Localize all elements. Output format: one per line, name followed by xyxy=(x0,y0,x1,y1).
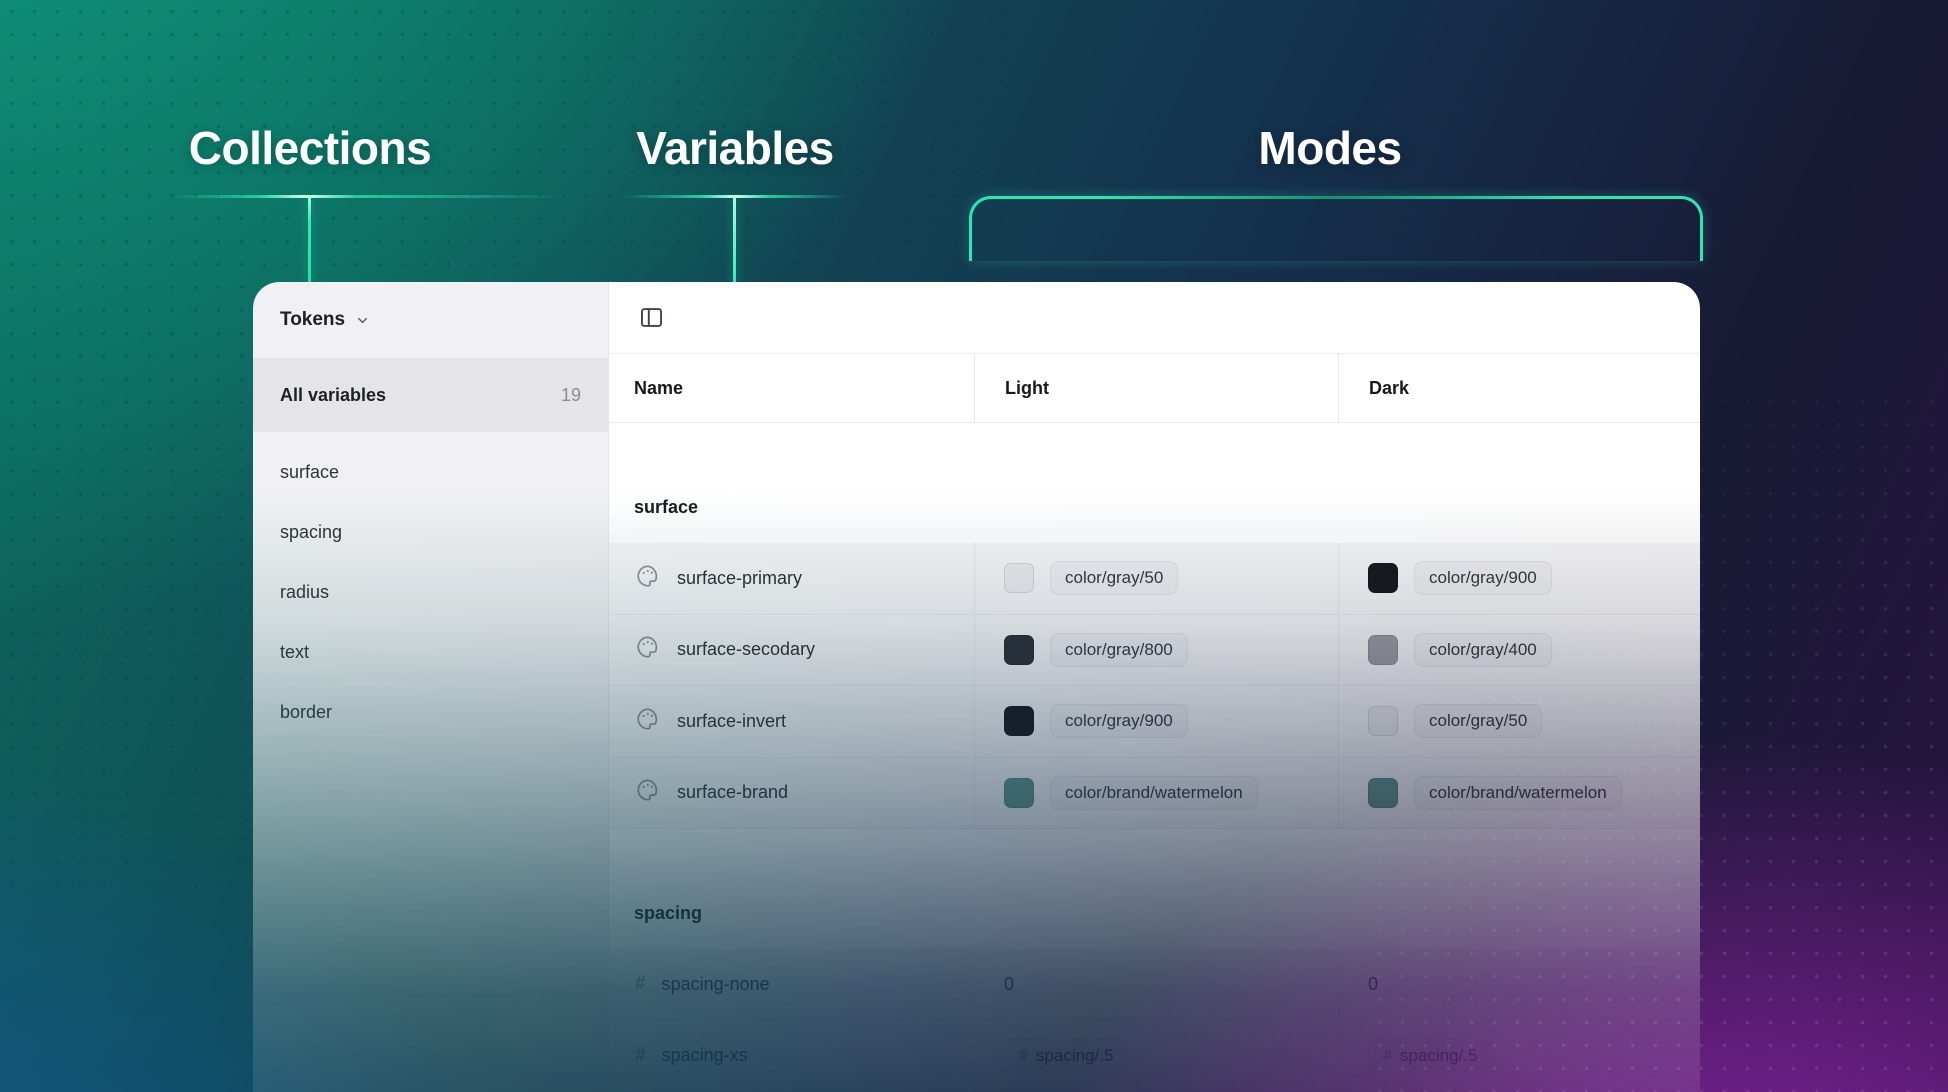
collections-title: Collections xyxy=(189,121,431,175)
sidebar-group-list: surface spacing radius text border xyxy=(253,432,608,742)
variable-name: surface-brand xyxy=(677,782,788,803)
collection-selector[interactable]: Tokens xyxy=(253,282,608,359)
sidebar-item-label: spacing xyxy=(280,522,342,543)
all-variables-label: All variables xyxy=(280,385,386,406)
variables-table-area: Name Light Dark surface surface-primary … xyxy=(609,282,1700,1092)
group-label-surface: surface xyxy=(609,423,1700,543)
variables-panel: Tokens All variables 19 surface spacing … xyxy=(253,282,1700,1092)
color-swatch[interactable] xyxy=(1368,635,1398,665)
collections-connector-vertical xyxy=(308,196,311,284)
value-text[interactable]: 0 xyxy=(1368,974,1378,995)
alias-chip[interactable]: # spacing/.5 xyxy=(1004,1039,1128,1073)
token-chip[interactable]: color/brand/watermelon xyxy=(1050,776,1258,810)
toggle-sidebar-button[interactable] xyxy=(631,298,671,338)
sidebar-item-border[interactable]: border xyxy=(253,682,608,742)
screenshot-stage: Collections Variables Modes Tokens All v… xyxy=(0,0,1948,1092)
token-chip[interactable]: color/brand/watermelon xyxy=(1414,776,1622,810)
column-header-light: Light xyxy=(974,354,1338,422)
token-chip[interactable]: color/gray/50 xyxy=(1414,704,1542,738)
token-chip[interactable]: color/gray/400 xyxy=(1414,633,1552,667)
table-row-surface-secodary[interactable]: surface-secodary color/gray/800 color/gr… xyxy=(609,615,1700,687)
group-label-spacing: spacing xyxy=(609,829,1700,949)
token-chip-label: color/gray/900 xyxy=(1429,568,1537,588)
number-variable-icon: # xyxy=(1383,1047,1392,1065)
color-swatch[interactable] xyxy=(1368,778,1398,808)
table-row-spacing-none[interactable]: # spacing-none 0 0 xyxy=(609,949,1700,1021)
table-row-surface-primary[interactable]: surface-primary color/gray/50 color/gray… xyxy=(609,543,1700,615)
value-text[interactable]: 0 xyxy=(1004,974,1014,995)
color-swatch[interactable] xyxy=(1368,706,1398,736)
color-swatch[interactable] xyxy=(1004,778,1034,808)
variable-name: surface-primary xyxy=(677,568,802,589)
alias-chip-label: spacing/.5 xyxy=(1036,1046,1114,1066)
table-toolbar xyxy=(609,282,1700,354)
color-swatch[interactable] xyxy=(1004,706,1034,736)
table-row-surface-invert[interactable]: surface-invert color/gray/900 color/gray… xyxy=(609,686,1700,758)
alias-chip-label: spacing/.5 xyxy=(1400,1046,1478,1066)
token-chip-label: color/gray/50 xyxy=(1429,711,1527,731)
modes-bracket xyxy=(969,196,1703,261)
sidebar-item-all-variables[interactable]: All variables 19 xyxy=(253,359,608,432)
variable-name: spacing-xs xyxy=(662,1045,748,1066)
number-variable-icon: # xyxy=(635,1045,646,1067)
variable-name: spacing-none xyxy=(662,974,770,995)
sidebar-item-label: surface xyxy=(280,462,339,483)
sidebar-item-spacing[interactable]: spacing xyxy=(253,502,608,562)
modes-title: Modes xyxy=(1258,121,1401,175)
sidebar-item-radius[interactable]: radius xyxy=(253,562,608,622)
column-header-dark: Dark xyxy=(1338,354,1700,422)
variables-title: Variables xyxy=(636,121,834,175)
color-variable-icon xyxy=(635,634,661,665)
color-variable-icon xyxy=(635,777,661,808)
color-swatch[interactable] xyxy=(1004,563,1034,593)
color-swatch[interactable] xyxy=(1368,563,1398,593)
table-header-row: Name Light Dark xyxy=(609,354,1700,423)
number-variable-icon: # xyxy=(1019,1047,1028,1065)
token-chip-label: color/gray/400 xyxy=(1429,640,1537,660)
all-variables-count: 19 xyxy=(561,385,581,406)
column-header-name: Name xyxy=(609,354,974,422)
token-chip[interactable]: color/gray/800 xyxy=(1050,633,1188,667)
token-chip[interactable]: color/gray/50 xyxy=(1050,561,1178,595)
collection-name: Tokens xyxy=(280,309,345,331)
number-variable-icon: # xyxy=(635,973,646,995)
table-row-spacing-xs[interactable]: # spacing-xs # spacing/.5 # spacing/.5 xyxy=(609,1021,1700,1092)
color-variable-icon xyxy=(635,563,661,594)
table-row-surface-brand[interactable]: surface-brand color/brand/watermelon col… xyxy=(609,758,1700,830)
sidebar-item-surface[interactable]: surface xyxy=(253,442,608,502)
sidebar-item-label: border xyxy=(280,702,332,723)
layout-sidebar-icon xyxy=(638,304,665,331)
token-chip[interactable]: color/gray/900 xyxy=(1414,561,1552,595)
token-chip-label: color/brand/watermelon xyxy=(1429,783,1607,803)
collections-connector-horizontal xyxy=(172,195,570,198)
chevron-down-icon xyxy=(355,313,370,328)
variable-name: surface-secodary xyxy=(677,639,815,660)
color-variable-icon xyxy=(635,706,661,737)
variable-name: surface-invert xyxy=(677,711,786,732)
color-swatch[interactable] xyxy=(1004,635,1034,665)
token-chip[interactable]: color/gray/900 xyxy=(1050,704,1188,738)
token-chip-label: color/gray/800 xyxy=(1065,640,1173,660)
collections-sidebar: Tokens All variables 19 surface spacing … xyxy=(253,282,609,1092)
sidebar-item-text[interactable]: text xyxy=(253,622,608,682)
token-chip-label: color/brand/watermelon xyxy=(1065,783,1243,803)
sidebar-item-label: text xyxy=(280,642,309,663)
token-chip-label: color/gray/900 xyxy=(1065,711,1173,731)
alias-chip[interactable]: # spacing/.5 xyxy=(1368,1039,1492,1073)
token-chip-label: color/gray/50 xyxy=(1065,568,1163,588)
sidebar-item-label: radius xyxy=(280,582,329,603)
